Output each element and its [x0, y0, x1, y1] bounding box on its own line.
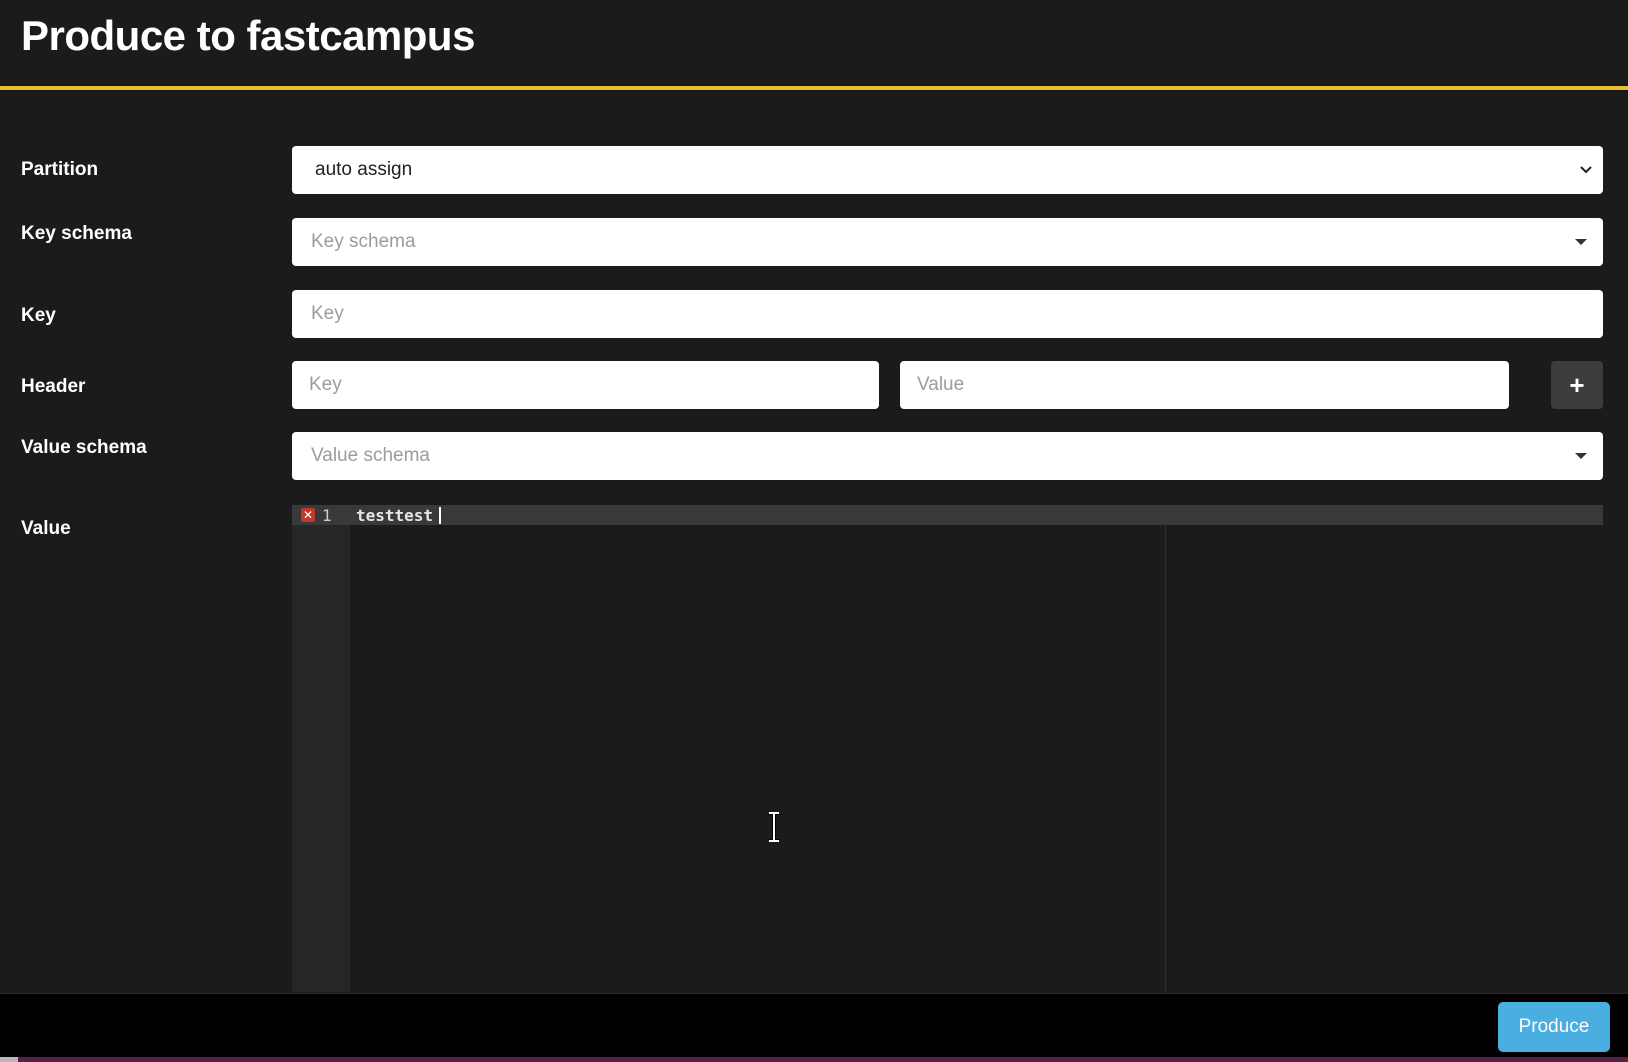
print-margin: [1165, 525, 1166, 992]
editor-active-line: [292, 505, 1603, 525]
key-schema-label: Key schema: [21, 223, 132, 244]
value-label: Value: [21, 518, 71, 539]
modal-footer: Produce: [0, 993, 1628, 1058]
value-schema-placeholder: Value schema: [311, 445, 430, 466]
caret-down-icon: [1575, 239, 1587, 245]
header-value-input[interactable]: Value: [900, 361, 1509, 409]
key-schema-placeholder: Key schema: [311, 231, 416, 252]
plus-icon: +: [1569, 369, 1585, 400]
line-number: 1: [322, 506, 332, 525]
add-header-button[interactable]: +: [1551, 361, 1603, 409]
error-icon: ✕: [301, 508, 315, 522]
page-title: Produce to fastcampus: [21, 12, 475, 59]
partition-select[interactable]: auto assign: [292, 146, 1603, 194]
value-schema-label: Value schema: [21, 437, 147, 458]
key-label: Key: [21, 305, 56, 326]
partition-value: auto assign: [315, 159, 413, 180]
caret-down-icon: [1575, 453, 1587, 459]
header-key-input[interactable]: Key: [292, 361, 879, 409]
key-input[interactable]: Key: [292, 290, 1603, 338]
header-label: Header: [21, 376, 86, 397]
editor-gutter: [292, 505, 350, 992]
key-schema-select[interactable]: Key schema: [292, 218, 1603, 266]
bottom-strip: [0, 1057, 1628, 1062]
bottom-strip-scroll: [0, 1057, 18, 1062]
modal-header: Produce to fastcampus: [0, 0, 1628, 90]
ibeam-cursor-icon: [769, 812, 779, 842]
header-value-placeholder: Value: [917, 374, 965, 395]
header-key-placeholder: Key: [309, 374, 342, 395]
produce-modal: Produce to fastcampus Partition auto ass…: [0, 0, 1628, 1062]
produce-button[interactable]: Produce: [1498, 1002, 1610, 1052]
chevron-down-icon: [1580, 166, 1592, 174]
key-placeholder: Key: [311, 303, 344, 324]
value-schema-select[interactable]: Value schema: [292, 432, 1603, 480]
value-editor[interactable]: ✕ 1 testtest: [292, 505, 1603, 992]
partition-label: Partition: [21, 159, 99, 180]
editor-content[interactable]: testtest: [356, 506, 433, 525]
text-cursor: [439, 507, 441, 524]
